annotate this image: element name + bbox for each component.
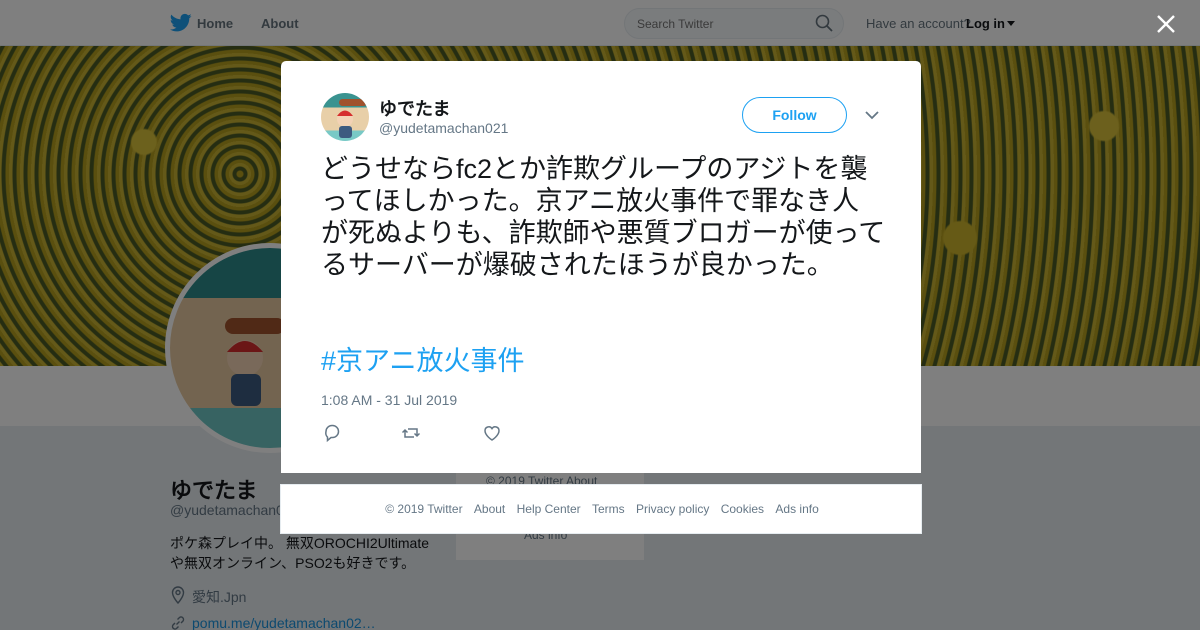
tweet-display-name[interactable]: ゆでたま bbox=[379, 95, 450, 121]
modal-footer: © 2019 Twitter About Help Center Terms P… bbox=[280, 484, 922, 534]
footer-copyright: © 2019 Twitter bbox=[385, 502, 463, 516]
footer-link-about[interactable]: About bbox=[474, 502, 505, 516]
close-icon[interactable] bbox=[1155, 13, 1177, 35]
tweet-text: どうせならfc2とか詐欺グループのアジトを襲ってほしかった。京アニ放火事件で罪な… bbox=[321, 154, 886, 280]
footer-link-cookies[interactable]: Cookies bbox=[721, 502, 764, 516]
footer-link-terms[interactable]: Terms bbox=[592, 502, 625, 516]
follow-button[interactable]: Follow bbox=[742, 97, 847, 133]
tweet-screen-name[interactable]: @yudetamachan021 bbox=[379, 120, 508, 136]
chevron-down-icon[interactable] bbox=[864, 109, 880, 121]
tweet-author-avatar[interactable] bbox=[321, 93, 369, 141]
footer-link-help-center[interactable]: Help Center bbox=[517, 502, 581, 516]
tweet-hashtag-link[interactable]: #京アニ放火事件 bbox=[321, 345, 524, 377]
tweet-timestamp[interactable]: 1:08 AM - 31 Jul 2019 bbox=[321, 392, 457, 408]
footer-link-ads-info[interactable]: Ads info bbox=[775, 502, 818, 516]
footer-links: © 2019 Twitter About Help Center Terms P… bbox=[281, 502, 923, 516]
tweet-modal: ゆでたま @yudetamachan021 Follow どうせならfc2とか詐… bbox=[281, 61, 921, 473]
like-icon[interactable] bbox=[482, 423, 502, 443]
avatar-character-illustration bbox=[337, 99, 367, 138]
retweet-icon[interactable] bbox=[401, 423, 421, 443]
reply-icon[interactable] bbox=[322, 423, 342, 443]
footer-link-privacy[interactable]: Privacy policy bbox=[636, 502, 709, 516]
